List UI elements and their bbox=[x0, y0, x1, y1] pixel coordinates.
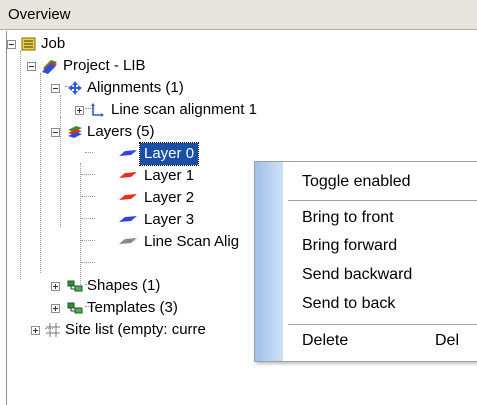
tree-item-label: Layer 3 bbox=[144, 211, 195, 228]
tree-item-label: Line scan alignment 1 bbox=[111, 101, 257, 118]
tree-item-line-scan-alignment[interactable]: Line scan alignment 1 bbox=[7, 99, 327, 121]
layer-icon bbox=[119, 149, 137, 156]
tree-item-label: Layers (5) bbox=[87, 123, 155, 140]
layer-icon bbox=[119, 237, 137, 244]
line-alignment-icon bbox=[89, 103, 105, 117]
grid-icon bbox=[45, 322, 61, 338]
tree-item-layer-3[interactable]: Layer 3 bbox=[7, 209, 207, 231]
tree-item-label: Layer 0 bbox=[138, 142, 200, 166]
tree-item-layer-1[interactable]: Layer 1 bbox=[7, 165, 207, 187]
collapse-icon[interactable] bbox=[51, 84, 60, 93]
tree-item-label: Alignments (1) bbox=[87, 79, 184, 96]
shapes-icon bbox=[67, 280, 83, 292]
menu-item-toggle-enabled[interactable]: Toggle enabled bbox=[283, 167, 477, 197]
layer-icon bbox=[119, 193, 137, 200]
context-menu: Toggle enabled Bring to front Bring forw… bbox=[254, 161, 477, 362]
layers-icon bbox=[67, 124, 83, 140]
tree-item-project[interactable]: Project - LIB bbox=[7, 55, 247, 77]
alignment-icon bbox=[67, 80, 83, 96]
expand-icon[interactable] bbox=[75, 106, 84, 115]
menu-item-delete[interactable]: Delete Del bbox=[283, 326, 477, 356]
templates-icon bbox=[67, 302, 83, 314]
panel-title: Overview bbox=[8, 6, 71, 23]
tree-item-label: Line Scan Alig bbox=[144, 233, 240, 250]
tree-connector bbox=[81, 262, 95, 263]
project-icon bbox=[41, 58, 59, 74]
tree-item-label: Site list (empty: curre bbox=[65, 321, 206, 338]
expand-icon[interactable] bbox=[31, 326, 40, 335]
tree-item-alignments[interactable]: Alignments (1) bbox=[7, 77, 267, 99]
tree-item-line-scan-layer[interactable]: Line Scan Alig bbox=[7, 231, 257, 253]
menu-separator bbox=[288, 324, 477, 325]
tree-item-label: Shapes (1) bbox=[87, 277, 161, 294]
menu-item-shortcut: Del bbox=[435, 332, 460, 349]
menu-item-label: Bring to front bbox=[302, 209, 394, 226]
panel-header: Overview bbox=[0, 0, 477, 30]
tree-item-label: Job bbox=[41, 35, 66, 52]
tree-item-label: Layer 1 bbox=[144, 167, 195, 184]
menu-item-label: Delete bbox=[302, 332, 349, 349]
expand-icon[interactable] bbox=[51, 304, 60, 313]
menu-item-label: Toggle enabled bbox=[302, 173, 411, 190]
tree-item-layers[interactable]: Layers (5) bbox=[7, 121, 207, 143]
menu-separator bbox=[288, 200, 477, 201]
menu-item-label: Bring forward bbox=[302, 237, 398, 254]
tree-item-templates[interactable]: Templates (3) bbox=[7, 297, 257, 319]
collapse-icon[interactable] bbox=[7, 40, 16, 49]
menu-item-bring-forward[interactable]: Bring forward bbox=[283, 231, 477, 261]
job-icon bbox=[21, 37, 37, 51]
tree-item-label: Layer 2 bbox=[144, 189, 195, 206]
menu-icon-strip bbox=[255, 162, 283, 361]
tree-item-layer-0[interactable]: Layer 0 bbox=[7, 142, 207, 166]
expand-icon[interactable] bbox=[51, 282, 60, 291]
menu-item-bring-to-front[interactable]: Bring to front bbox=[283, 203, 477, 233]
collapse-icon[interactable] bbox=[51, 128, 60, 137]
tree-item-layer-2[interactable]: Layer 2 bbox=[7, 187, 207, 209]
tree-item-site-list[interactable]: Site list (empty: curre bbox=[7, 319, 277, 341]
layer-icon bbox=[119, 215, 137, 222]
menu-item-send-to-back[interactable]: Send to back bbox=[283, 289, 477, 319]
tree-item-label: Templates (3) bbox=[87, 299, 178, 316]
menu-item-label: Send to back bbox=[302, 295, 396, 312]
tree-item-label: Project - LIB bbox=[63, 57, 146, 74]
collapse-icon[interactable] bbox=[27, 62, 36, 71]
layer-icon bbox=[119, 171, 137, 178]
menu-item-label: Send backward bbox=[302, 266, 413, 283]
tree-item-job[interactable]: Job bbox=[7, 33, 207, 55]
tree-item-shapes[interactable]: Shapes (1) bbox=[7, 275, 257, 297]
menu-item-send-backward[interactable]: Send backward bbox=[283, 260, 477, 290]
